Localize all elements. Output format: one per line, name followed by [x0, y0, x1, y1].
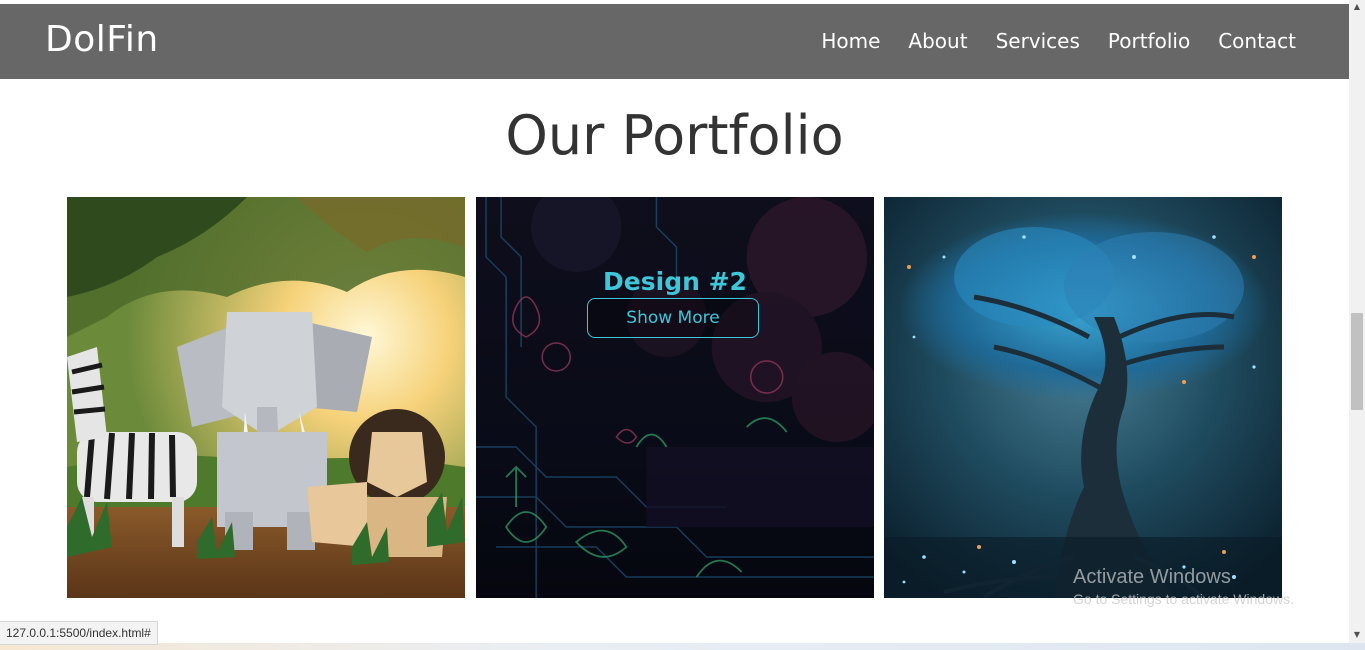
card-hover-overlay: Design #2 Show More [476, 197, 874, 598]
browser-viewport: DolFin Home About Services Portfolio Con… [0, 0, 1365, 650]
taskbar-edge [0, 643, 1365, 650]
status-bar-url: 127.0.0.1:5500/index.html# [0, 621, 158, 645]
card-overlay-title: Design #2 [603, 267, 747, 296]
glowing-blue-tree-image [884, 197, 1282, 598]
brand-logo[interactable]: DolFin [45, 20, 159, 60]
portfolio-title: Our Portfolio [505, 104, 844, 168]
nav-link-portfolio[interactable]: Portfolio [1108, 28, 1190, 54]
scrollbar-thumb[interactable] [1351, 313, 1363, 410]
show-more-button[interactable]: Show More [587, 298, 759, 338]
scroll-up-icon[interactable]: ▲ [1349, 0, 1365, 14]
portfolio-card-2[interactable]: Design #2 Show More [476, 197, 874, 598]
scroll-down-icon[interactable]: ▼ [1349, 628, 1365, 642]
nav-link-about[interactable]: About [908, 28, 967, 54]
portfolio-card-1[interactable] [67, 197, 465, 598]
nav-link-home[interactable]: Home [821, 28, 880, 54]
nav-link-contact[interactable]: Contact [1218, 28, 1296, 54]
portfolio-card-3[interactable] [884, 197, 1282, 598]
navbar: DolFin Home About Services Portfolio Con… [0, 4, 1349, 79]
vertical-scrollbar[interactable]: ▲ ▼ [1349, 0, 1365, 643]
nav-link-services[interactable]: Services [996, 28, 1080, 54]
origami-animals-image [67, 197, 465, 598]
nav-links: Home About Services Portfolio Contact [793, 28, 1296, 54]
